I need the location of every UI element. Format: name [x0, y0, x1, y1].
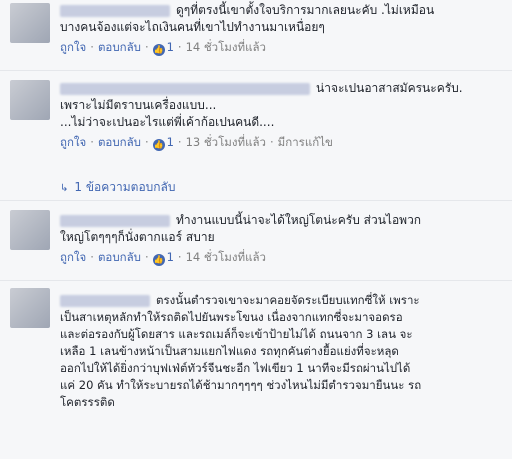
comment-time[interactable]: 14 ชั่วโมงที่แล้ว: [186, 250, 266, 264]
author-name[interactable]: [60, 4, 170, 17]
comment-actions: ถูกใจ · ตอบกลับ · 👍 1 · 14 ชั่วโมงที่แล้ว: [60, 250, 266, 266]
divider: [0, 70, 512, 71]
avatar[interactable]: [10, 80, 50, 120]
comment-actions: ถูกใจ · ตอบกลับ · 👍 1 · 13 ชั่วโมงที่แล้ว · มีการ…: [60, 135, 333, 151]
reply-link[interactable]: ตอบกลับ: [98, 135, 141, 149]
reply-link[interactable]: ตอบกลับ: [98, 250, 141, 264]
avatar[interactable]: [10, 3, 50, 43]
replies-count[interactable]: 1 ข้อความตอบกลับ: [74, 180, 175, 194]
comment-text: ตรงนั้นตำรวจเขาจะมาคอยจัดระเบียบแทกซี่ให…: [60, 293, 422, 409]
divider: [0, 280, 512, 281]
reply-arrow-icon: ↳: [60, 183, 69, 194]
like-icon[interactable]: 👍: [152, 254, 165, 266]
like-icon[interactable]: 👍: [152, 44, 165, 56]
comment-time[interactable]: 14 ชั่วโมงที่แล้ว: [186, 40, 266, 54]
like-link[interactable]: ถูกใจ: [60, 250, 86, 264]
like-link[interactable]: ถูกใจ: [60, 135, 86, 149]
like-link[interactable]: ถูกใจ: [60, 40, 86, 54]
comment-feed: ดูๆที่ตรงนี้เขาตั้งใจบริการมากเลยนะคับ .…: [0, 0, 512, 459]
like-count[interactable]: 1: [167, 250, 174, 264]
author-name[interactable]: [60, 82, 310, 95]
avatar[interactable]: [10, 210, 50, 250]
reply-link[interactable]: ตอบกลับ: [98, 40, 141, 54]
author-name[interactable]: [60, 294, 150, 307]
view-replies-link[interactable]: ↳ 1 ข้อความตอบกลับ: [60, 178, 176, 197]
like-icon[interactable]: 👍: [152, 139, 165, 151]
avatar[interactable]: [10, 288, 50, 328]
edited-label[interactable]: มีการแก้ไข: [278, 135, 333, 149]
author-name[interactable]: [60, 214, 170, 227]
comment-time[interactable]: 13 ชั่วโมงที่แล้ว: [186, 135, 266, 149]
like-count[interactable]: 1: [167, 135, 174, 149]
like-count[interactable]: 1: [167, 40, 174, 54]
divider: [0, 200, 512, 201]
comment-actions: ถูกใจ · ตอบกลับ · 👍 1 · 14 ชั่วโมงที่แล้ว: [60, 40, 266, 56]
